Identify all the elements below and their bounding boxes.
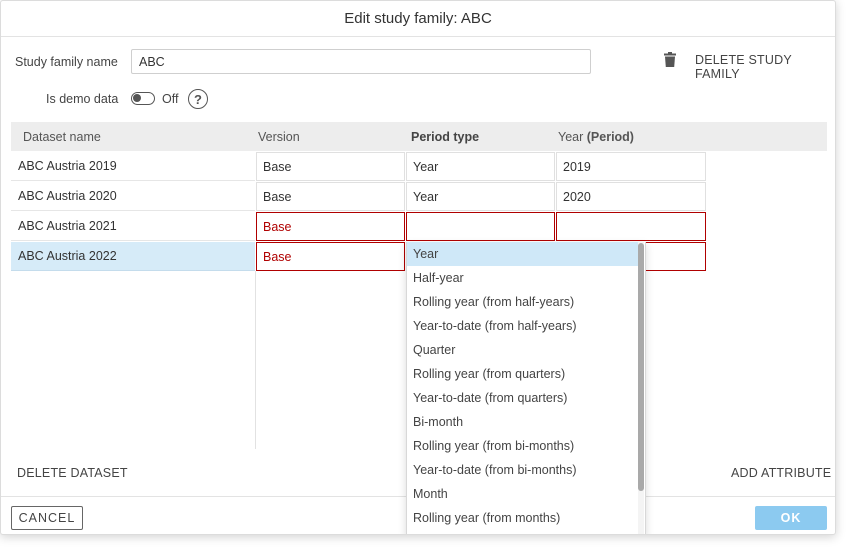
- header-year-period: Year (Period): [558, 130, 634, 144]
- table-row-name[interactable]: ABC Austria 2019: [11, 152, 255, 181]
- option-rolling-year-months[interactable]: Rolling year (from months): [407, 506, 639, 530]
- period-type-cell[interactable]: Year: [406, 182, 555, 211]
- table-row-name[interactable]: ABC Austria 2020: [11, 182, 255, 211]
- option-half-year[interactable]: Half-year: [407, 266, 639, 290]
- study-family-name-label: Study family name: [15, 55, 118, 69]
- option-rolling-year-quarters[interactable]: Rolling year (from quarters): [407, 362, 639, 386]
- add-attribute-button[interactable]: ADD ATTRIBUTE: [731, 466, 831, 480]
- delete-dataset-button[interactable]: DELETE DATASET: [17, 466, 128, 480]
- demo-data-toggle[interactable]: [131, 92, 155, 105]
- cancel-button[interactable]: CANCEL: [11, 506, 83, 530]
- period-type-dropdown[interactable]: Year Half-year Rolling year (from half-y…: [406, 242, 646, 534]
- header-period-type: Period type: [411, 130, 480, 144]
- trash-icon[interactable]: [664, 52, 676, 67]
- demo-data-state: Off: [162, 92, 179, 106]
- study-family-name-input[interactable]: [131, 49, 591, 74]
- dropdown-scrollbar[interactable]: [638, 242, 644, 534]
- version-cell[interactable]: Base: [256, 242, 405, 271]
- version-cell[interactable]: Base: [256, 152, 405, 181]
- option-rolling-year-bi-months[interactable]: Rolling year (from bi-months): [407, 434, 639, 458]
- version-cell[interactable]: Base: [256, 212, 405, 241]
- option-rolling-year-half-years[interactable]: Rolling year (from half-years): [407, 290, 639, 314]
- year-cell[interactable]: 2019: [556, 152, 706, 181]
- header-period: (Period): [586, 130, 634, 144]
- option-ytd-quarters[interactable]: Year-to-date (from quarters): [407, 386, 639, 410]
- option-bi-month[interactable]: Bi-month: [407, 410, 639, 434]
- dialog-title: Edit study family: ABC: [1, 1, 835, 37]
- option-ytd-half-years[interactable]: Year-to-date (from half-years): [407, 314, 639, 338]
- option-year[interactable]: Year: [407, 242, 639, 266]
- column-divider: [255, 271, 256, 449]
- version-cell[interactable]: Base: [256, 182, 405, 211]
- option-month[interactable]: Month: [407, 482, 639, 506]
- table-row-name[interactable]: ABC Austria 2021: [11, 212, 255, 241]
- help-icon[interactable]: ?: [188, 89, 208, 109]
- table-row-name-selected[interactable]: ABC Austria 2022: [11, 242, 255, 271]
- header-version: Version: [258, 130, 300, 144]
- year-cell[interactable]: [556, 212, 706, 241]
- ok-button[interactable]: OK: [755, 506, 827, 530]
- year-cell[interactable]: 2020: [556, 182, 706, 211]
- delete-study-family-button[interactable]: DELETE STUDY FAMILY: [695, 53, 835, 81]
- dataset-table-header: Dataset name Version Period type Year (P…: [11, 122, 827, 151]
- demo-data-label: Is demo data: [46, 92, 119, 106]
- toggle-knob: [133, 94, 141, 102]
- period-type-cell[interactable]: Year: [406, 152, 555, 181]
- period-type-cell[interactable]: [406, 212, 555, 241]
- dropdown-scroll-thumb[interactable]: [638, 243, 644, 491]
- option-ytd-bi-months[interactable]: Year-to-date (from bi-months): [407, 458, 639, 482]
- edit-study-family-dialog: Edit study family: ABC Study family name…: [0, 0, 836, 535]
- header-year: Year: [558, 130, 584, 144]
- option-quarter[interactable]: Quarter: [407, 338, 639, 362]
- header-dataset-name: Dataset name: [23, 130, 101, 144]
- period-type-options: Year Half-year Rolling year (from half-y…: [407, 242, 639, 530]
